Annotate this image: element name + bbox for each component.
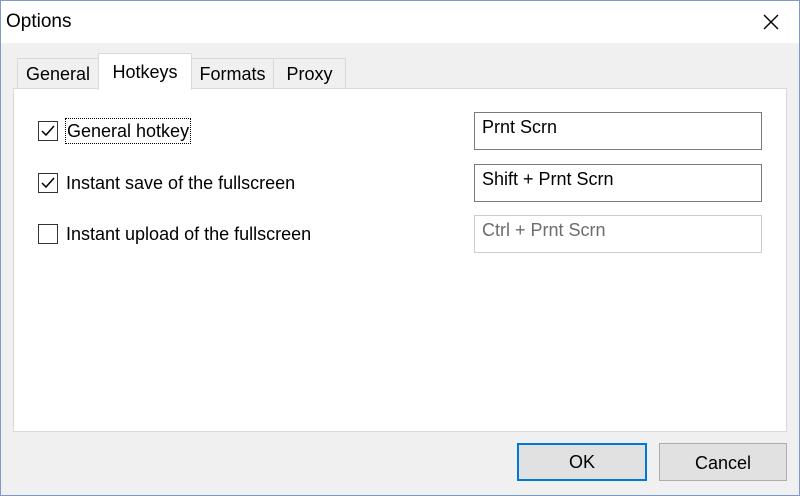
instant-save-checkbox[interactable] xyxy=(38,173,58,193)
dialog-footer: OK Cancel xyxy=(1,431,799,495)
instant-upload-label[interactable]: Instant upload of the fullscreen xyxy=(66,222,311,246)
window-title: Options xyxy=(6,11,72,32)
tab-formats[interactable]: Formats xyxy=(190,58,275,89)
instant-upload-checkbox[interactable] xyxy=(38,224,58,244)
hotkeys-panel: General hotkey Prnt Scrn Instant save of… xyxy=(13,88,787,432)
tab-proxy[interactable]: Proxy xyxy=(273,58,346,89)
options-dialog: Options General Hotkeys Formats Proxy Ge… xyxy=(0,0,800,496)
tab-strip: General Hotkeys Formats Proxy xyxy=(1,43,799,90)
general-hotkey-field[interactable]: Prnt Scrn xyxy=(474,112,762,150)
checkmark-icon xyxy=(41,177,55,189)
instant-upload-field: Ctrl + Prnt Scrn xyxy=(474,215,762,253)
close-icon xyxy=(763,14,779,30)
general-hotkey-checkbox[interactable] xyxy=(38,121,58,141)
instant-save-label[interactable]: Instant save of the fullscreen xyxy=(66,171,295,195)
general-hotkey-label[interactable]: General hotkey xyxy=(64,118,192,144)
instant-save-field[interactable]: Shift + Prnt Scrn xyxy=(474,164,762,202)
checkmark-icon xyxy=(41,125,55,137)
tab-hotkeys[interactable]: Hotkeys xyxy=(98,53,192,90)
cancel-button[interactable]: Cancel xyxy=(659,443,787,481)
title-bar: Options xyxy=(1,1,799,43)
close-button[interactable] xyxy=(757,9,785,35)
tab-general[interactable]: General xyxy=(17,58,99,89)
ok-button[interactable]: OK xyxy=(517,443,647,481)
